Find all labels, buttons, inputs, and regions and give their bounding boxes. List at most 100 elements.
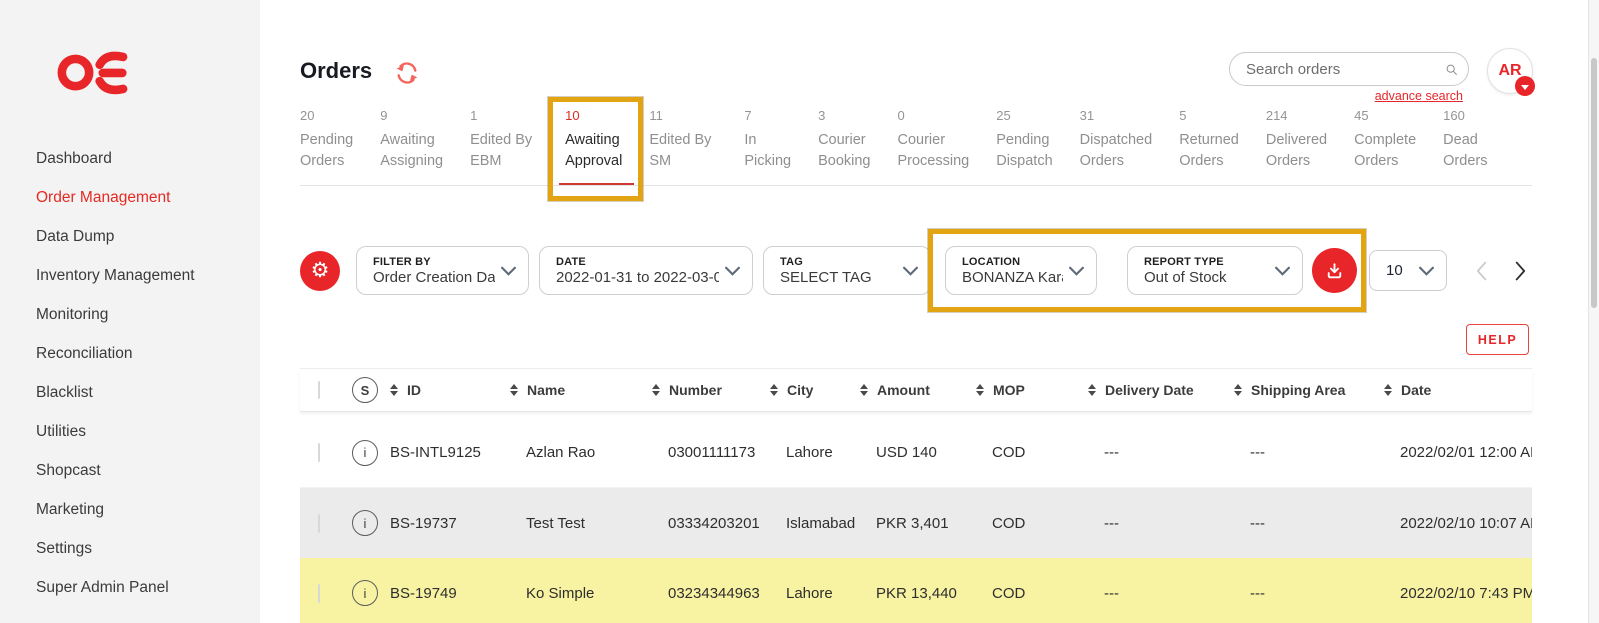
sidebar-item-blacklist[interactable]: Blacklist	[36, 384, 195, 423]
column-header-date[interactable]: Date	[1384, 382, 1532, 398]
column-header-name[interactable]: Name	[510, 382, 652, 398]
dropdown-value: 2022-01-31 to 2022-03-01	[556, 269, 719, 286]
sidebar-item-super-admin-panel[interactable]: Super Admin Panel	[36, 579, 195, 618]
vertical-scrollbar	[1588, 0, 1599, 623]
tab-in-picking[interactable]: 7 In Picking	[744, 108, 791, 185]
sort-icon[interactable]	[652, 384, 660, 396]
column-header-mop[interactable]: MOP	[976, 382, 1088, 398]
dropdown-label: FILTER BY	[373, 256, 495, 268]
row-checkbox[interactable]	[318, 443, 320, 462]
table-row[interactable]: i BS-INTL9125 Azlan Rao 03001111173 Laho…	[300, 418, 1532, 488]
search-input[interactable]	[1246, 61, 1445, 78]
info-icon[interactable]: i	[352, 510, 378, 536]
sidebar-item-settings[interactable]: Settings	[36, 540, 195, 579]
table-row-highlighted[interactable]: i BS-19749 Ko Simple 03234344963 Lahore …	[300, 558, 1532, 623]
cell-delivery-date: ---	[1088, 515, 1234, 532]
filter-settings-button[interactable]: ⚙	[300, 251, 340, 291]
chevron-down-icon	[725, 266, 740, 276]
column-label: Number	[669, 382, 722, 398]
tab-dispatched-orders[interactable]: 31 Dispatched Orders	[1080, 108, 1153, 185]
cell-city: Lahore	[770, 444, 860, 461]
column-header-amount[interactable]: Amount	[860, 382, 976, 398]
filter-by-dropdown[interactable]: FILTER BY Order Creation Da	[356, 246, 529, 295]
scrollbar-thumb[interactable]	[1591, 58, 1597, 308]
order-management-page: Dashboard Order Management Data Dump Inv…	[0, 0, 1599, 623]
cell-city: Islamabad	[770, 515, 860, 532]
tab-pending-dispatch[interactable]: 25 Pending Dispatch	[996, 108, 1052, 185]
tab-awaiting-approval[interactable]: 10 Awaiting Approval	[565, 108, 622, 185]
sidebar-item-inventory-management[interactable]: Inventory Management	[36, 267, 195, 306]
row-checkbox[interactable]	[318, 514, 320, 533]
avatar-menu-icon[interactable]	[1515, 76, 1535, 96]
refresh-icon[interactable]	[394, 60, 420, 91]
download-report-button[interactable]	[1312, 248, 1357, 293]
next-page-icon[interactable]	[1512, 260, 1527, 282]
sidebar-item-marketing[interactable]: Marketing	[36, 501, 195, 540]
column-header-number[interactable]: Number	[652, 382, 770, 398]
tab-count: 5	[1179, 108, 1239, 123]
tab-delivered-orders[interactable]: 214 Delivered Orders	[1266, 108, 1327, 185]
help-button[interactable]: HELP	[1466, 324, 1529, 355]
tab-dead-orders[interactable]: 160 Dead Orders	[1443, 108, 1487, 185]
sidebar-item-utilities[interactable]: Utilities	[36, 423, 195, 462]
advance-search-link[interactable]: advance search	[1310, 89, 1463, 103]
sort-icon[interactable]	[770, 384, 778, 396]
date-range-dropdown[interactable]: DATE 2022-01-31 to 2022-03-01	[539, 246, 753, 295]
tab-courier-booking[interactable]: 3 Courier Booking	[818, 108, 870, 185]
cell-name: Test Test	[510, 515, 652, 532]
sort-icon[interactable]	[976, 384, 984, 396]
column-header-id[interactable]: ID	[390, 382, 510, 398]
report-type-dropdown[interactable]: REPORT TYPE Out of Stock	[1127, 246, 1303, 295]
sidebar-item-dashboard[interactable]: Dashboard	[36, 150, 195, 189]
cell-id: BS-19749	[390, 585, 510, 602]
tab-label: In Picking	[744, 130, 791, 172]
search-icon[interactable]	[1445, 58, 1458, 81]
tab-label: Awaiting Approval	[565, 130, 622, 172]
sort-icon[interactable]	[1384, 384, 1392, 396]
sort-icon[interactable]	[860, 384, 868, 396]
select-all-checkbox[interactable]	[318, 381, 320, 399]
column-header-shipping-area[interactable]: Shipping Area	[1234, 382, 1384, 398]
sort-icon[interactable]	[510, 384, 518, 396]
column-label: Date	[1401, 382, 1431, 398]
page-size-select[interactable]: 10	[1369, 250, 1447, 291]
cell-name: Ko Simple	[510, 585, 652, 602]
tab-pending-orders[interactable]: 20 Pending Orders	[300, 108, 353, 185]
pagination	[1475, 260, 1527, 282]
sidebar-item-data-dump[interactable]: Data Dump	[36, 228, 195, 267]
info-icon[interactable]: i	[352, 580, 378, 606]
previous-page-icon[interactable]	[1475, 260, 1490, 282]
tab-edited-by-ebm[interactable]: 1 Edited By EBM	[470, 108, 538, 185]
tab-count: 7	[744, 108, 791, 123]
tab-awaiting-assigning[interactable]: 9 Awaiting Assigning	[380, 108, 443, 185]
tag-dropdown[interactable]: TAG SELECT TAG	[763, 246, 931, 295]
dropdown-value: SELECT TAG	[780, 269, 897, 286]
sidebar-item-shopcast[interactable]: Shopcast	[36, 462, 195, 501]
avatar[interactable]: AR	[1487, 48, 1533, 94]
cell-amount: USD 140	[860, 444, 976, 461]
table-row[interactable]: i BS-19737 Test Test 03334203201 Islamab…	[300, 488, 1532, 558]
column-header-delivery-date[interactable]: Delivery Date	[1088, 382, 1234, 398]
location-dropdown[interactable]: LOCATION BONANZA Karach	[945, 246, 1097, 295]
sidebar-item-order-management[interactable]: Order Management	[36, 189, 195, 228]
column-header-city[interactable]: City	[770, 382, 860, 398]
tab-edited-by-sm[interactable]: 11 Edited By SM	[649, 108, 717, 185]
table-header-row: S ID Name Number City Amount	[300, 368, 1532, 412]
column-label: City	[787, 382, 813, 398]
tab-returned-orders[interactable]: 5 Returned Orders	[1179, 108, 1239, 185]
tab-count: 20	[300, 108, 353, 123]
tab-complete-orders[interactable]: 45 Complete Orders	[1354, 108, 1416, 185]
sort-icon[interactable]	[1234, 384, 1242, 396]
sort-icon[interactable]	[390, 384, 398, 396]
tab-courier-processing[interactable]: 0 Courier Processing	[897, 108, 969, 185]
orders-table: S ID Name Number City Amount	[300, 368, 1532, 623]
tab-count: 214	[1266, 108, 1327, 123]
column-label: Delivery Date	[1105, 382, 1194, 398]
sort-icon[interactable]	[1088, 384, 1096, 396]
row-checkbox[interactable]	[318, 584, 320, 603]
sidebar-item-monitoring[interactable]: Monitoring	[36, 306, 195, 345]
sidebar-item-reconciliation[interactable]: Reconciliation	[36, 345, 195, 384]
info-icon[interactable]: i	[352, 440, 378, 466]
chevron-down-icon	[1419, 266, 1434, 276]
filter-toolbar: ⚙ FILTER BY Order Creation Da DATE 2022-…	[300, 246, 1527, 295]
